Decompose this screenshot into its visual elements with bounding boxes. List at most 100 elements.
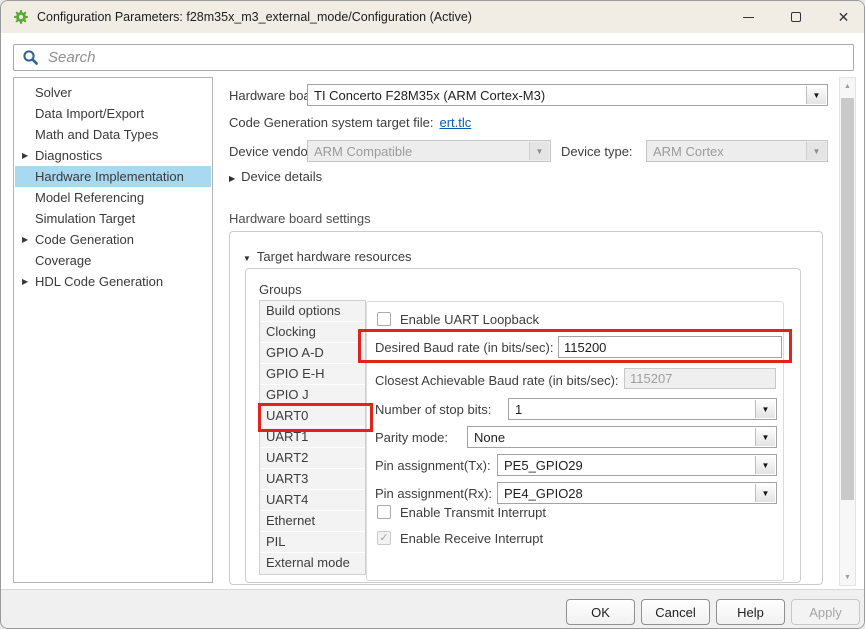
apply-button: Apply — [791, 599, 860, 625]
hardware-board-value: TI Concerto F28M35x (ARM Cortex-M3) — [314, 88, 545, 103]
sidebar-item-data-import-export[interactable]: Data Import/Export — [15, 103, 211, 124]
groups-list: Build options Clocking GPIO A-D GPIO E-H… — [259, 300, 366, 575]
pin-assignment-tx-label: Pin assignment(Tx): — [375, 458, 491, 473]
group-item-uart1[interactable]: UART1 — [260, 427, 365, 448]
pin-assignment-rx-value: PE4_GPIO28 — [504, 486, 583, 501]
closest-baud-rate-input — [624, 368, 776, 389]
parity-mode-label: Parity mode: — [375, 430, 448, 445]
hardware-board-settings-title: Hardware board settings — [229, 211, 371, 226]
group-item-gpio-j[interactable]: GPIO J — [260, 385, 365, 406]
group-item-clocking[interactable]: Clocking — [260, 322, 365, 343]
groups-label: Groups — [259, 282, 302, 297]
sidebar-item-math-and-data-types[interactable]: Math and Data Types — [15, 124, 211, 145]
expand-arrow-icon[interactable]: ▶ — [229, 174, 235, 183]
group-item-gpio-a-d[interactable]: GPIO A-D — [260, 343, 365, 364]
vertical-scrollbar[interactable]: ▲ ▼ — [839, 77, 856, 586]
enable-receive-interrupt-label: Enable Receive Interrupt — [400, 531, 543, 546]
search-box[interactable] — [13, 44, 854, 71]
enable-transmit-interrupt-checkbox[interactable] — [377, 505, 391, 519]
group-item-gpio-e-h[interactable]: GPIO E-H — [260, 364, 365, 385]
group-item-uart4[interactable]: UART4 — [260, 490, 365, 511]
search-input[interactable] — [46, 47, 853, 69]
device-type-dropdown: ARM Cortex ▼ — [646, 140, 828, 162]
collapse-arrow-icon[interactable]: ▼ — [243, 254, 251, 263]
scrollbar-thumb[interactable] — [841, 98, 854, 500]
device-details-label: Device details — [241, 169, 322, 184]
sidebar-item-diagnostics[interactable]: ▶Diagnostics — [15, 145, 211, 166]
dialog-footer: OK Cancel Help Apply — [1, 589, 865, 629]
dropdown-arrow-icon[interactable]: ▼ — [755, 484, 775, 502]
dropdown-arrow-icon: ▼ — [806, 142, 826, 160]
group-item-uart2[interactable]: UART2 — [260, 448, 365, 469]
ok-button[interactable]: OK — [566, 599, 635, 625]
close-button[interactable]: ✕ — [821, 1, 865, 33]
minimize-icon — [743, 17, 754, 18]
uart0-settings-panel: Enable UART Loopback Desired Baud rate (… — [366, 301, 784, 581]
parity-mode-value: None — [474, 430, 505, 445]
device-vendor-dropdown: ARM Compatible ▼ — [307, 140, 551, 162]
check-icon: ✓ — [379, 532, 388, 544]
sidebar-item-hardware-implementation[interactable]: Hardware Implementation — [15, 166, 211, 187]
pin-assignment-tx-dropdown[interactable]: PE5_GPIO29 ▼ — [497, 454, 777, 476]
dropdown-arrow-icon[interactable]: ▼ — [755, 428, 775, 446]
device-vendor-label: Device vendor: — [229, 144, 316, 159]
group-item-pil[interactable]: PIL — [260, 532, 365, 553]
sidebar-item-simulation-target[interactable]: Simulation Target — [15, 208, 211, 229]
title-bar: Configuration Parameters: f28m35x_m3_ext… — [1, 1, 865, 33]
stop-bits-label: Number of stop bits: — [375, 402, 491, 417]
pin-assignment-rx-label: Pin assignment(Rx): — [375, 486, 492, 501]
desired-baud-rate-label: Desired Baud rate (in bits/sec): — [375, 340, 553, 355]
hardware-board-dropdown[interactable]: TI Concerto F28M35x (ARM Cortex-M3) ▼ — [307, 84, 828, 106]
group-item-build-options[interactable]: Build options — [260, 301, 365, 322]
sidebar-item-coverage[interactable]: Coverage — [15, 250, 211, 271]
close-icon: ✕ — [838, 9, 850, 26]
target-file-row: Code Generation system target file: ert.t… — [229, 115, 471, 130]
sidebar-item-code-generation[interactable]: ▶Code Generation — [15, 229, 211, 250]
expand-arrow-icon[interactable]: ▶ — [22, 229, 28, 250]
parity-mode-dropdown[interactable]: None ▼ — [467, 426, 777, 448]
scroll-down-icon[interactable]: ▼ — [840, 569, 855, 585]
group-item-ethernet[interactable]: Ethernet — [260, 511, 365, 532]
group-item-uart3[interactable]: UART3 — [260, 469, 365, 490]
group-item-external-mode[interactable]: External mode — [260, 553, 365, 574]
enable-receive-interrupt-checkbox: ✓ — [377, 531, 391, 545]
maximize-icon — [791, 12, 801, 22]
device-type-label: Device type: — [561, 144, 633, 159]
dropdown-arrow-icon[interactable]: ▼ — [806, 86, 826, 104]
minimize-button[interactable] — [727, 1, 769, 33]
configuration-parameters-dialog: Configuration Parameters: f28m35x_m3_ext… — [0, 0, 865, 629]
pin-assignment-rx-dropdown[interactable]: PE4_GPIO28 ▼ — [497, 482, 777, 504]
dropdown-arrow-icon[interactable]: ▼ — [755, 400, 775, 418]
cancel-button[interactable]: Cancel — [641, 599, 710, 625]
pin-assignment-tx-value: PE5_GPIO29 — [504, 458, 583, 473]
stop-bits-dropdown[interactable]: 1 ▼ — [508, 398, 777, 420]
stop-bits-value: 1 — [515, 402, 522, 417]
window-title: Configuration Parameters: f28m35x_m3_ext… — [37, 1, 472, 33]
sidebar-item-model-referencing[interactable]: Model Referencing — [15, 187, 211, 208]
group-item-uart0[interactable]: UART0 — [260, 406, 365, 427]
dropdown-arrow-icon: ▼ — [529, 142, 549, 160]
enable-transmit-interrupt-label: Enable Transmit Interrupt — [400, 505, 546, 520]
maximize-button[interactable] — [775, 1, 817, 33]
target-file-label: Code Generation system target file: — [229, 115, 434, 130]
target-hardware-resources-toggle[interactable]: ▼ Target hardware resources — [243, 249, 412, 264]
expand-arrow-icon[interactable]: ▶ — [22, 271, 28, 292]
search-icon — [22, 49, 39, 66]
device-details-toggle[interactable]: ▶ Device details — [229, 169, 322, 184]
sidebar-item-solver[interactable]: Solver — [15, 82, 211, 103]
enable-uart-loopback-label: Enable UART Loopback — [400, 312, 539, 327]
ert-tlc-link[interactable]: ert.tlc — [440, 115, 472, 130]
device-vendor-value: ARM Compatible — [314, 144, 412, 159]
expand-arrow-icon[interactable]: ▶ — [22, 145, 28, 166]
help-button[interactable]: Help — [716, 599, 785, 625]
dropdown-arrow-icon[interactable]: ▼ — [755, 456, 775, 474]
simulink-config-gear-icon — [13, 9, 29, 25]
sidebar-item-hdl-code-generation[interactable]: ▶HDL Code Generation — [15, 271, 211, 292]
target-hardware-resources-label: Target hardware resources — [257, 249, 412, 264]
desired-baud-rate-input[interactable] — [558, 336, 782, 358]
closest-baud-rate-label: Closest Achievable Baud rate (in bits/se… — [375, 373, 619, 388]
device-type-value: ARM Cortex — [653, 144, 724, 159]
scroll-up-icon[interactable]: ▲ — [840, 78, 855, 94]
category-tree: Solver Data Import/Export Math and Data … — [13, 77, 213, 583]
enable-uart-loopback-checkbox[interactable] — [377, 312, 391, 326]
